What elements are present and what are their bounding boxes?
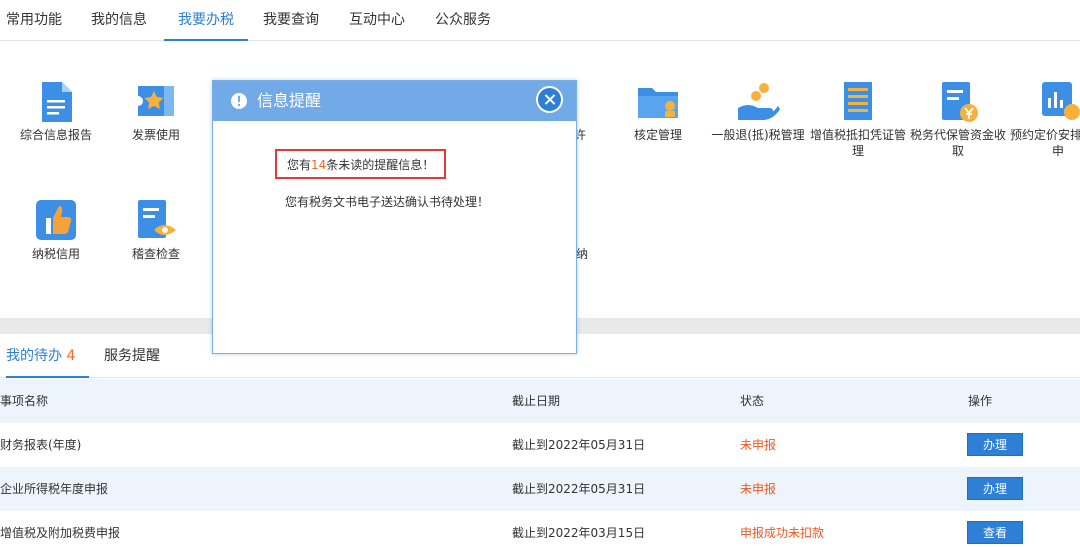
folder-seal-icon [638, 88, 678, 118]
status-badge: 未申报 [740, 482, 777, 496]
grid-item-assessment-management[interactable]: 核定管理 [608, 80, 708, 160]
grid-item-audit-inspection[interactable]: 稽查检查 [106, 198, 206, 268]
row-deadline: 截止到2022年03月15日 [512, 526, 646, 540]
grid-item-label: 纳税信用 [31, 247, 80, 261]
grid-item-vat-credit-voucher[interactable]: 增值税抵扣凭证管理 [808, 80, 908, 160]
col-header-name: 事项名称 [0, 394, 49, 408]
thumbs-up-icon [36, 200, 76, 240]
grid-item-custody-funds[interactable]: 税务代保管资金收取 [908, 80, 1008, 160]
table-row: 增值税及附加税费申报 截止到2022年03月15日 申报成功未扣款 查看 [0, 511, 1080, 547]
chart-yuan-icon [1042, 82, 1080, 120]
grid-item-label: 预约定价安排谈签申 [1009, 128, 1080, 158]
tab-public-service[interactable]: 公众服务 [435, 0, 491, 41]
close-icon[interactable] [536, 86, 563, 113]
grid-item-label: 发票使用 [131, 128, 180, 142]
unread-reminder-message[interactable]: 您有14条未读的提醒信息！ [275, 149, 447, 179]
row-name: 企业所得税年度申报 [0, 482, 109, 496]
table-header: 事项名称 截止日期 状态 操作 [0, 379, 1080, 423]
table-row: 财务报表(年度) 截止到2022年05月31日 未申报 办理 [0, 423, 1080, 467]
grid-item-label: 一般退(抵)税管理 [711, 128, 805, 142]
tab-interaction-center[interactable]: 互动中心 [349, 0, 405, 41]
document-eye-icon [138, 200, 176, 238]
table-row: 企业所得税年度申报 截止到2022年05月31日 未申报 办理 [0, 467, 1080, 511]
view-button[interactable]: 查看 [967, 521, 1023, 544]
tab-tax-handling[interactable]: 我要办税 [164, 0, 248, 41]
grid-item-refund-management[interactable]: 一般退(抵)税管理 [708, 80, 808, 160]
document-icon [42, 82, 72, 122]
todo-count-badge: 4 [66, 348, 76, 364]
tab-my-info[interactable]: 我的信息 [91, 0, 147, 41]
row-deadline: 截止到2022年05月31日 [512, 482, 646, 496]
grid-item-pricing-arrangement[interactable]: 预约定价安排谈签申 [1008, 80, 1080, 160]
top-nav: 常用功能 我的信息 我要办税 我要查询 互动中心 公众服务 [0, 0, 1080, 41]
info-reminder-dialog: 信息提醒 您有14条未读的提醒信息！ 您有税务文书电子送达确认书待处理！ [212, 80, 577, 354]
tab-query[interactable]: 我要查询 [263, 0, 319, 41]
col-header-status: 状态 [740, 394, 765, 408]
receipt-icon [844, 82, 872, 120]
unread-count: 14 [311, 158, 327, 172]
ticket-star-icon [138, 86, 174, 116]
col-header-deadline: 截止日期 [512, 394, 561, 408]
tab-service-reminder[interactable]: 服务提醒 [104, 334, 160, 378]
warning-icon [231, 93, 247, 109]
grid-item-label: 稽查检查 [131, 247, 180, 261]
tab-my-todo[interactable]: 我的待办 4 [6, 334, 90, 378]
row-name: 财务报表(年度) [0, 438, 82, 452]
grid-item-tax-credit[interactable]: 纳税信用 [6, 198, 106, 268]
col-header-action: 操作 [968, 394, 993, 408]
tab-common-functions[interactable]: 常用功能 [6, 0, 62, 41]
document-yuan-icon [942, 82, 978, 122]
status-badge: 未申报 [740, 438, 777, 452]
grid-item-comprehensive-report[interactable]: 综合信息报告 [6, 80, 106, 160]
row-name: 增值税及附加税费申报 [0, 526, 121, 540]
msg-prefix: 您有 [287, 158, 312, 172]
grid-item-label: 综合信息报告 [19, 128, 92, 142]
handle-button[interactable]: 办理 [967, 477, 1023, 500]
document-confirmation-message[interactable]: 您有税务文书电子送达确认书待处理！ [285, 193, 489, 210]
grid-item-label: 增值税抵扣凭证管理 [809, 128, 906, 158]
msg-suffix: 条未读的提醒信息！ [326, 158, 435, 172]
dialog-header: 信息提醒 [213, 81, 576, 121]
hand-coin-icon [738, 83, 780, 120]
dialog-title: 信息提醒 [257, 91, 322, 110]
grid-item-invoice-usage[interactable]: 发票使用 [106, 80, 206, 160]
grid-item-label: 税务代保管资金收取 [909, 128, 1006, 158]
grid-item-label: 核定管理 [633, 128, 682, 142]
status-badge: 申报成功未扣款 [740, 526, 825, 540]
row-deadline: 截止到2022年05月31日 [512, 438, 646, 452]
handle-button[interactable]: 办理 [967, 433, 1023, 456]
tab-my-todo-label: 我的待办 [6, 348, 62, 364]
